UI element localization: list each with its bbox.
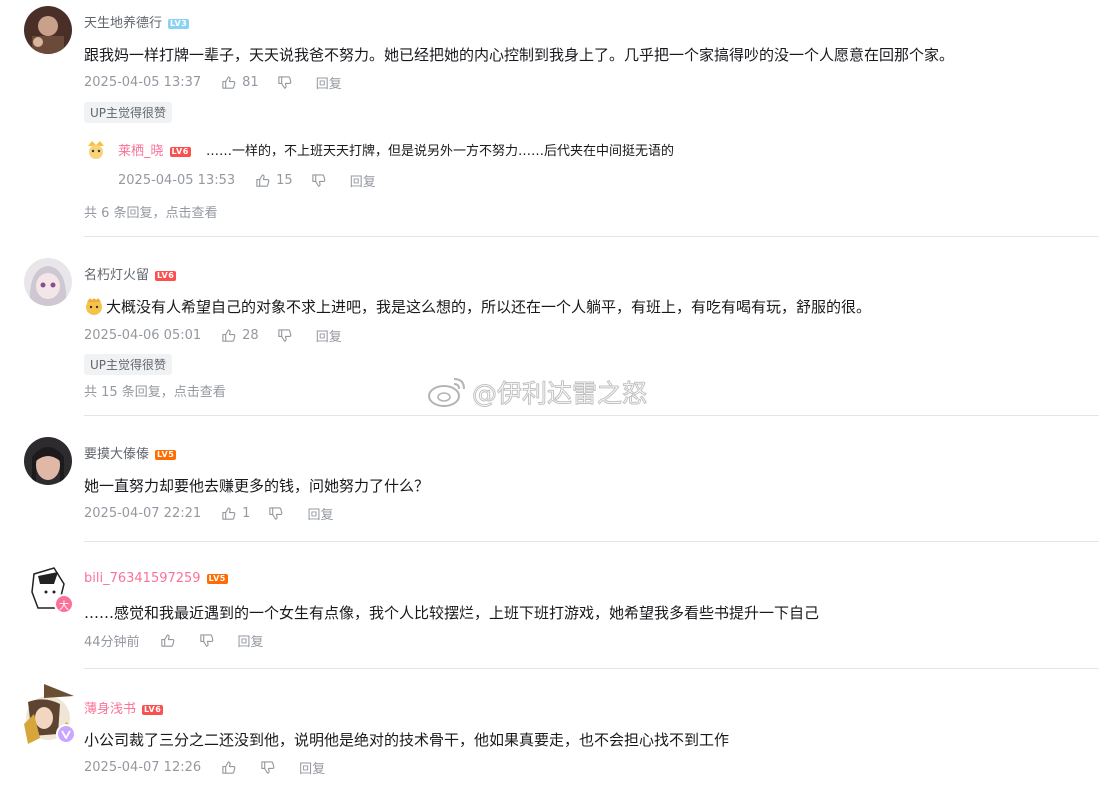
watermark: @伊利达雷之怒 bbox=[426, 374, 648, 410]
level-badge: LV3 bbox=[168, 18, 190, 29]
reply-button[interactable]: 回复 bbox=[316, 73, 342, 92]
thumbs-down-icon bbox=[269, 507, 283, 520]
avatar[interactable] bbox=[24, 437, 72, 485]
divider bbox=[84, 415, 1099, 416]
dislike-button[interactable] bbox=[277, 328, 298, 343]
username[interactable]: 薄身浅书 LV6 bbox=[84, 698, 164, 717]
thumbs-down-icon bbox=[199, 634, 213, 647]
thumbs-up-icon bbox=[256, 174, 270, 187]
username[interactable]: bili_76341597259 LV5 bbox=[84, 571, 228, 586]
up-liked-tag: UP主觉得很赞 bbox=[84, 102, 173, 123]
comment-time: 44分钟前 bbox=[84, 635, 140, 650]
like-button[interactable]: 81 bbox=[221, 75, 259, 90]
reply-button[interactable]: 回复 bbox=[316, 326, 342, 345]
reply-button[interactable]: 回复 bbox=[299, 758, 325, 777]
comment-meta: 2025-04-07 22:21 1 回复 bbox=[84, 504, 333, 523]
level-badge: LV6 bbox=[155, 270, 177, 281]
vip-badge bbox=[56, 724, 76, 744]
level-badge: LV6 bbox=[142, 704, 164, 715]
reply-button[interactable]: 回复 bbox=[238, 631, 264, 650]
avatar[interactable] bbox=[24, 6, 72, 54]
reply-button[interactable]: 回复 bbox=[350, 171, 376, 190]
like-button[interactable] bbox=[160, 633, 181, 648]
comment-text: 小公司裁了三分之二还没到他，说明他是绝对的技术骨干，他如果真要走，也不会担心找不… bbox=[84, 731, 730, 749]
level-badge: LV5 bbox=[206, 573, 228, 584]
thumbs-up-icon bbox=[222, 507, 236, 520]
reply-button[interactable]: 回复 bbox=[307, 504, 333, 523]
thumbs-down-icon bbox=[312, 174, 326, 187]
comment-text: ……感觉和我最近遇到的一个女生有点像，我个人比较摆烂，上班下班打游戏，她希望我多… bbox=[84, 604, 820, 622]
divider bbox=[84, 236, 1099, 237]
thumbs-down-icon bbox=[278, 329, 292, 342]
comment-time: 2025-04-05 13:37 bbox=[84, 75, 202, 90]
divider bbox=[84, 541, 1099, 542]
avatar[interactable] bbox=[24, 258, 72, 306]
comment-text: 她一直努力却要他去赚更多的钱，问她努力了什么？ bbox=[84, 477, 430, 495]
dislike-button[interactable] bbox=[268, 506, 289, 521]
big-member-badge: 大 bbox=[54, 594, 74, 614]
weibo-logo-icon bbox=[428, 378, 465, 407]
username[interactable]: 名朽灯火留 LV6 bbox=[84, 264, 177, 283]
dislike-button[interactable] bbox=[311, 173, 332, 188]
username[interactable]: 天生地养德行 LV3 bbox=[84, 12, 190, 31]
like-count: 1 bbox=[242, 506, 251, 521]
like-count: 81 bbox=[242, 75, 259, 90]
level-badge: LV6 bbox=[169, 146, 191, 157]
comment-meta: 2025-04-05 13:37 81 回复 bbox=[84, 73, 342, 92]
view-more-replies[interactable]: 共 15 条回复，点击查看 bbox=[84, 381, 226, 400]
comment-text: 跟我妈一样打牌一辈子，天天说我爸不努力。她已经把她的内心控制到我身上了。几乎把一… bbox=[84, 46, 955, 64]
sub-reply-username[interactable]: 莱栖_晓 LV6 bbox=[118, 140, 191, 159]
emoji-icon bbox=[86, 298, 102, 315]
thumbs-down-icon bbox=[261, 761, 275, 774]
like-count: 15 bbox=[276, 173, 293, 188]
comment-time: 2025-04-05 13:53 bbox=[118, 173, 236, 188]
dislike-button[interactable] bbox=[260, 760, 281, 775]
level-badge: LV5 bbox=[155, 449, 177, 460]
comment-meta: 2025-04-06 05:01 28 回复 bbox=[84, 326, 342, 345]
divider bbox=[84, 668, 1099, 669]
comment-text: 大概没有人希望自己的对象不求上进吧，我是这么想的，所以还在一个人躺平，有班上，有… bbox=[84, 296, 871, 317]
thumbs-down-icon bbox=[278, 76, 292, 89]
username[interactable]: 要摸大傣傣 LV5 bbox=[84, 443, 177, 462]
thumbs-up-icon bbox=[160, 634, 174, 647]
comment-time: 2025-04-07 12:26 bbox=[84, 760, 202, 775]
up-liked-tag: UP主觉得很赞 bbox=[84, 354, 173, 375]
like-count: 28 bbox=[242, 328, 259, 343]
comment-meta: 44分钟前 回复 bbox=[84, 631, 264, 650]
like-button[interactable]: 15 bbox=[255, 173, 293, 188]
sub-reply-text: ……一样的，不上班天天打牌，但是说另外一方不努力……后代夹在中间挺无语的 bbox=[206, 144, 675, 159]
avatar[interactable] bbox=[84, 138, 108, 162]
view-more-replies[interactable]: 共 6 条回复，点击查看 bbox=[84, 202, 218, 221]
like-button[interactable]: 1 bbox=[221, 506, 250, 521]
dislike-button[interactable] bbox=[277, 75, 298, 90]
dislike-button[interactable] bbox=[199, 633, 220, 648]
thumbs-up-icon bbox=[222, 761, 236, 774]
comment-time: 2025-04-06 05:01 bbox=[84, 328, 202, 343]
sub-reply-meta: 2025-04-05 13:53 15 回复 bbox=[118, 171, 376, 190]
comment-time: 2025-04-07 22:21 bbox=[84, 506, 202, 521]
like-button[interactable]: 28 bbox=[221, 328, 259, 343]
thumbs-up-icon bbox=[222, 329, 236, 342]
thumbs-up-icon bbox=[222, 76, 236, 89]
like-button[interactable] bbox=[221, 760, 242, 775]
comment-meta: 2025-04-07 12:26 回复 bbox=[84, 758, 325, 777]
